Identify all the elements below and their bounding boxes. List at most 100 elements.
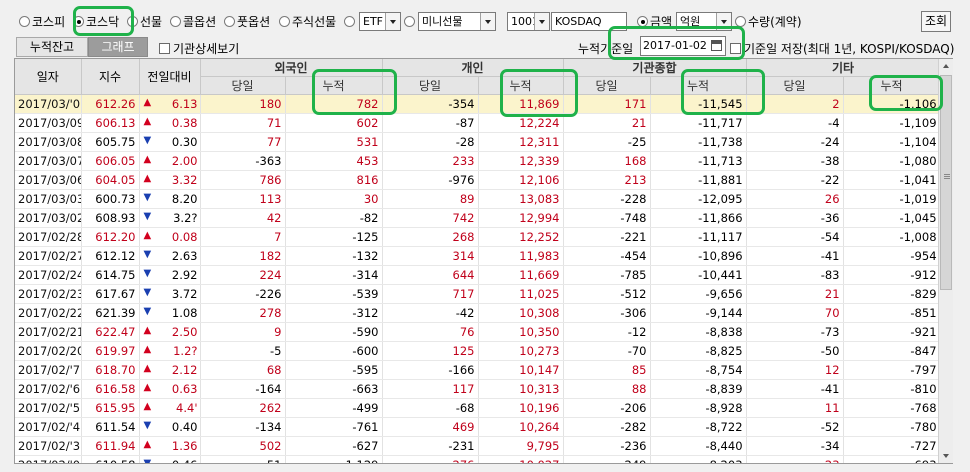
- radio-futures-circle[interactable]: [127, 15, 138, 27]
- header-date[interactable]: 일자: [15, 59, 82, 95]
- header-change[interactable]: 전일대비: [139, 59, 201, 95]
- radio-stock-futures[interactable]: 주식선물: [279, 12, 336, 30]
- base-date-label: 누적기준일: [578, 42, 634, 56]
- institution-detail-checkbox[interactable]: 기관상세보기: [159, 40, 239, 57]
- query-button[interactable]: 조회: [921, 11, 951, 32]
- radio-kosdaq[interactable]: 코스닥: [73, 12, 119, 30]
- table-row[interactable]: 2017/02/24 614.75 ▼ 2.92 224 -314 644 11,669 -78…: [15, 265, 941, 285]
- radio-kosdaq-circle[interactable]: [73, 15, 84, 27]
- row-individual-cumulative: 10,196: [478, 398, 564, 418]
- table-row[interactable]: 2017/02/20 619.97 ▲ 1.2? -5 -600 125 10,273 -70-…: [15, 341, 941, 361]
- row-change: ▼ 1.08: [139, 303, 201, 323]
- row-index: 619.97: [81, 341, 140, 361]
- radio-mini-circle[interactable]: [404, 15, 415, 27]
- chevron-down-icon[interactable]: [534, 13, 549, 30]
- institution-detail-check[interactable]: [159, 43, 170, 54]
- header-institution-cumulative[interactable]: 누적: [650, 76, 747, 95]
- table-row[interactable]: 2017/03/03 600.73 ▼ 8.20 113 30 89 13,083 -228 -1…: [15, 189, 941, 209]
- row-individual-daily: -354: [382, 94, 479, 114]
- row-index: 611.94: [81, 436, 140, 456]
- table-row[interactable]: 2017/02/27 612.12 ▼ 2.63 182 -132 314 11,983 -45…: [15, 246, 941, 266]
- table-row[interactable]: 2017/02/'3 611.94 ▲ 1.36 502 -627 -231 9,795 -23…: [15, 436, 941, 456]
- header-index[interactable]: 지수: [81, 59, 140, 95]
- radio-put-circle[interactable]: [224, 15, 235, 27]
- header-foreigner-daily[interactable]: 당일: [200, 76, 286, 95]
- header-other-daily[interactable]: 당일: [746, 76, 844, 95]
- calendar-icon[interactable]: [711, 40, 722, 51]
- code-select[interactable]: 1001: [507, 12, 550, 31]
- radio-amount-circle[interactable]: [637, 15, 648, 27]
- save-base-date-check[interactable]: [730, 43, 741, 54]
- table-row[interactable]: 2017/03/'0 612.26 ▲ 6.13 180 782 -354 11,869 171…: [15, 94, 941, 114]
- row-foreigner-cumulative: -132: [285, 246, 383, 266]
- code-name-field[interactable]: KOSDAQ: [551, 12, 627, 31]
- mini-futures-select[interactable]: 미니선물: [418, 12, 496, 31]
- radio-kospi-circle[interactable]: [19, 15, 30, 27]
- table-row[interactable]: 2017/02/23 617.67 ▼ 3.72 -226 -539 717 11,025 -5…: [15, 284, 941, 304]
- row-institution-daily: 21: [563, 113, 651, 133]
- base-date-input[interactable]: 2017-01-02: [640, 36, 726, 56]
- row-change-value: 3.72: [171, 287, 198, 301]
- radio-etf-circle[interactable]: [344, 15, 355, 27]
- unit-select[interactable]: 억원: [676, 12, 732, 31]
- row-individual-daily: 233: [382, 151, 479, 171]
- scroll-up-icon[interactable]: [939, 59, 953, 73]
- row-institution-daily: -25: [563, 132, 651, 152]
- table-row[interactable]: 2017/02/'0610.58▼0.46-51-1,12927610,027-…: [15, 455, 941, 463]
- row-foreigner-cumulative: -125: [285, 227, 383, 247]
- row-other-cumulative: -1,045: [843, 208, 941, 228]
- scroll-down-icon[interactable]: [939, 449, 953, 463]
- header-foreigner-cumulative[interactable]: 누적: [285, 76, 383, 95]
- table-row[interactable]: 2017/02/'7 618.70 ▲ 2.12 68 -595 -166 10,147 85-…: [15, 360, 941, 380]
- radio-amount[interactable]: 금액: [637, 12, 672, 30]
- table-row[interactable]: 2017/02/'5 615.95 ▲ 4.4' 262 -499 -68 10,196 -20…: [15, 398, 941, 418]
- chevron-down-icon[interactable]: [480, 13, 495, 30]
- row-change: ▼ 2.63: [139, 246, 201, 266]
- radio-call-option[interactable]: 콜옵션: [170, 12, 216, 30]
- radio-kospi[interactable]: 코스피: [19, 12, 65, 30]
- tab-graph[interactable]: 그래프: [88, 37, 148, 57]
- radio-futures[interactable]: 선물: [127, 12, 162, 30]
- vertical-scrollbar[interactable]: [938, 59, 953, 463]
- chevron-down-icon[interactable]: [385, 13, 400, 30]
- save-base-date-checkbox[interactable]: 기준일 저장(최대 1년, KOSPI/KOSDAQ): [730, 40, 954, 57]
- table-row[interactable]: 2017/02/28 612.20 ▲ 0.08 7 -125 268 12,252 -221-…: [15, 227, 941, 247]
- radio-kosdaq-label: 코스닥: [86, 14, 120, 29]
- row-index: 618.70: [81, 360, 140, 380]
- row-institution-cumulative: -11,713: [650, 151, 747, 171]
- radio-etf[interactable]: [344, 12, 357, 30]
- row-change: ▲ 6.13: [139, 94, 201, 114]
- row-foreigner-daily: -51: [200, 455, 286, 463]
- table-row[interactable]: 2017/03/07 606.05 ▲ 2.00 -363 453 233 12,339 168…: [15, 151, 941, 171]
- scroll-thumb[interactable]: [940, 75, 952, 290]
- header-individual-daily[interactable]: 당일: [382, 76, 479, 95]
- radio-put-option[interactable]: 풋옵션: [224, 12, 270, 30]
- chevron-down-icon[interactable]: [716, 13, 731, 30]
- table-row[interactable]: 2017/02/'6 616.58 ▲ 0.63 -164 -663 117 10,313 88…: [15, 379, 941, 399]
- header-individual-cumulative[interactable]: 누적: [478, 76, 564, 95]
- tab-cumulative-balance[interactable]: 누적잔고: [16, 37, 88, 57]
- row-date: 2017/02/24: [15, 265, 82, 285]
- radio-call-circle[interactable]: [170, 15, 181, 27]
- table-row[interactable]: 2017/03/08 605.75 ▼ 0.30 77 531 -28 12,311 -25 -1…: [15, 132, 941, 152]
- row-other-daily: -50: [746, 341, 844, 361]
- radio-quantity[interactable]: 수량(계약): [735, 12, 802, 30]
- table-row[interactable]: 2017/03/02 608.93 ▼ 3.2? 42 -82 742 12,994 -748-…: [15, 208, 941, 228]
- header-institution-daily[interactable]: 당일: [563, 76, 651, 95]
- table-row[interactable]: 2017/03/09 606.13 ▲ 0.38 71 602 -87 12,224 21 -11…: [15, 113, 941, 133]
- header-other-cumulative[interactable]: 누적: [843, 76, 941, 95]
- row-change-value: 0.40: [171, 420, 198, 434]
- table-row[interactable]: 2017/02/21 622.47 ▲ 2.50 9 -590 76 10,350 -12 -8,…: [15, 322, 941, 342]
- etf-select[interactable]: ETF: [359, 12, 401, 31]
- row-change-value: 6.13: [171, 97, 198, 111]
- radio-stock-futures-circle[interactable]: [279, 15, 290, 27]
- radio-quantity-circle[interactable]: [735, 15, 746, 27]
- up-triangle-icon: ▲: [143, 230, 152, 241]
- row-individual-daily: 717: [382, 284, 479, 304]
- table-row[interactable]: 2017/02/22 621.39 ▼ 1.08 278 -312 -42 10,308 -30…: [15, 303, 941, 323]
- table-row[interactable]: 2017/02/'4 611.54 ▼ 0.40 -134 -761 469 10,264 -2…: [15, 417, 941, 437]
- row-change-value: 2.50: [171, 325, 198, 339]
- radio-mini-futures[interactable]: [404, 12, 417, 30]
- table-row[interactable]: 2017/03/06 604.05 ▲ 3.32 786 816 -976 12,106 213…: [15, 170, 941, 190]
- header-other: 기타: [746, 59, 941, 77]
